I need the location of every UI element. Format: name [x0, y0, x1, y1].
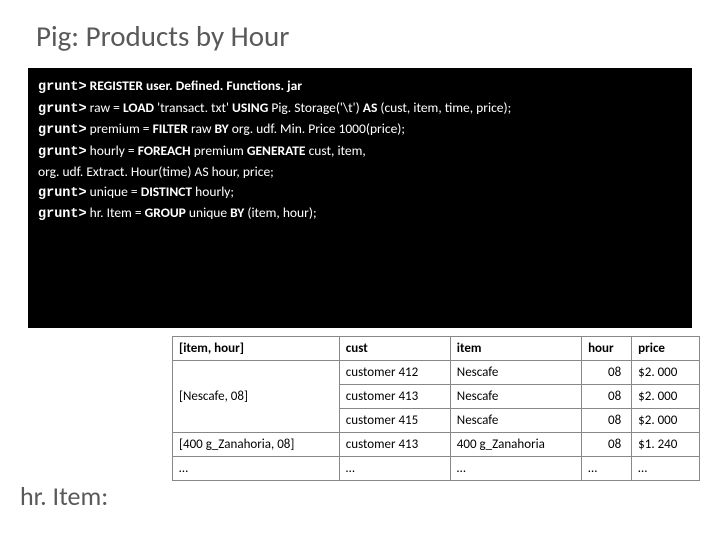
- cell-key: …: [173, 457, 340, 481]
- cell-hour: 08: [582, 409, 632, 433]
- table-row: [400 g_Zanahoria, 08] customer 413 400 g…: [173, 433, 700, 457]
- cell-cust: customer 413: [339, 385, 450, 409]
- cell-cust: customer 412: [339, 361, 450, 385]
- cell-price: …: [632, 457, 700, 481]
- col-price: price: [632, 337, 700, 361]
- code-l3: premium = FILTER raw BY org. udf. Min. P…: [87, 120, 405, 137]
- col-hour: hour: [582, 337, 632, 361]
- cell-price: $1. 240: [632, 433, 700, 457]
- col-cust: cust: [339, 337, 450, 361]
- cell-hour: 08: [582, 361, 632, 385]
- code-l1: REGISTER user. Defined. Functions. jar: [87, 77, 302, 94]
- cell-hour: …: [582, 457, 632, 481]
- code-l4: hourly = FOREACH premium GENERATE cust, …: [87, 142, 366, 159]
- table-row: [Nescafe, 08] customer 412 Nescafe 08 $2…: [173, 361, 700, 385]
- result-table: [item, hour] cust item hour price [Nesca…: [172, 336, 700, 481]
- code-block: grunt> REGISTER user. Defined. Functions…: [28, 68, 692, 328]
- prompt: grunt>: [38, 80, 87, 95]
- cell-cust: customer 415: [339, 409, 450, 433]
- prompt: grunt>: [38, 123, 87, 138]
- cell-price: $2. 000: [632, 409, 700, 433]
- cell-price: $2. 000: [632, 361, 700, 385]
- cell-item: 400 g_Zanahoria: [450, 433, 581, 457]
- cell-cust: …: [339, 457, 450, 481]
- cell-item: Nescafe: [450, 409, 581, 433]
- hritem-label: hr. Item:: [20, 480, 108, 512]
- cell-item: Nescafe: [450, 385, 581, 409]
- col-item: item: [450, 337, 581, 361]
- cell-hour: 08: [582, 385, 632, 409]
- prompt: grunt>: [38, 145, 87, 160]
- cell-item: Nescafe: [450, 361, 581, 385]
- cell-cust: customer 413: [339, 433, 450, 457]
- prompt: grunt>: [38, 102, 87, 117]
- cell-key: [Nescafe, 08]: [173, 361, 340, 433]
- slide-title: Pig: Products by Hour: [36, 18, 692, 54]
- cell-price: $2. 000: [632, 385, 700, 409]
- code-l2: raw = LOAD 'transact. txt' USING Pig. St…: [87, 99, 512, 116]
- col-itemhour: [item, hour]: [173, 337, 340, 361]
- prompt: grunt>: [38, 207, 87, 222]
- table-row: … … … … …: [173, 457, 700, 481]
- table-header-row: [item, hour] cust item hour price: [173, 337, 700, 361]
- cell-key: [400 g_Zanahoria, 08]: [173, 433, 340, 457]
- cell-item: …: [450, 457, 581, 481]
- prompt: grunt>: [38, 186, 87, 201]
- cell-hour: 08: [582, 433, 632, 457]
- code-l7: hr. Item = GROUP unique BY (item, hour);: [87, 204, 317, 221]
- code-l5: org. udf. Extract. Hour(time) AS hour, p…: [38, 163, 274, 180]
- code-l6: unique = DISTINCT hourly;: [87, 183, 234, 200]
